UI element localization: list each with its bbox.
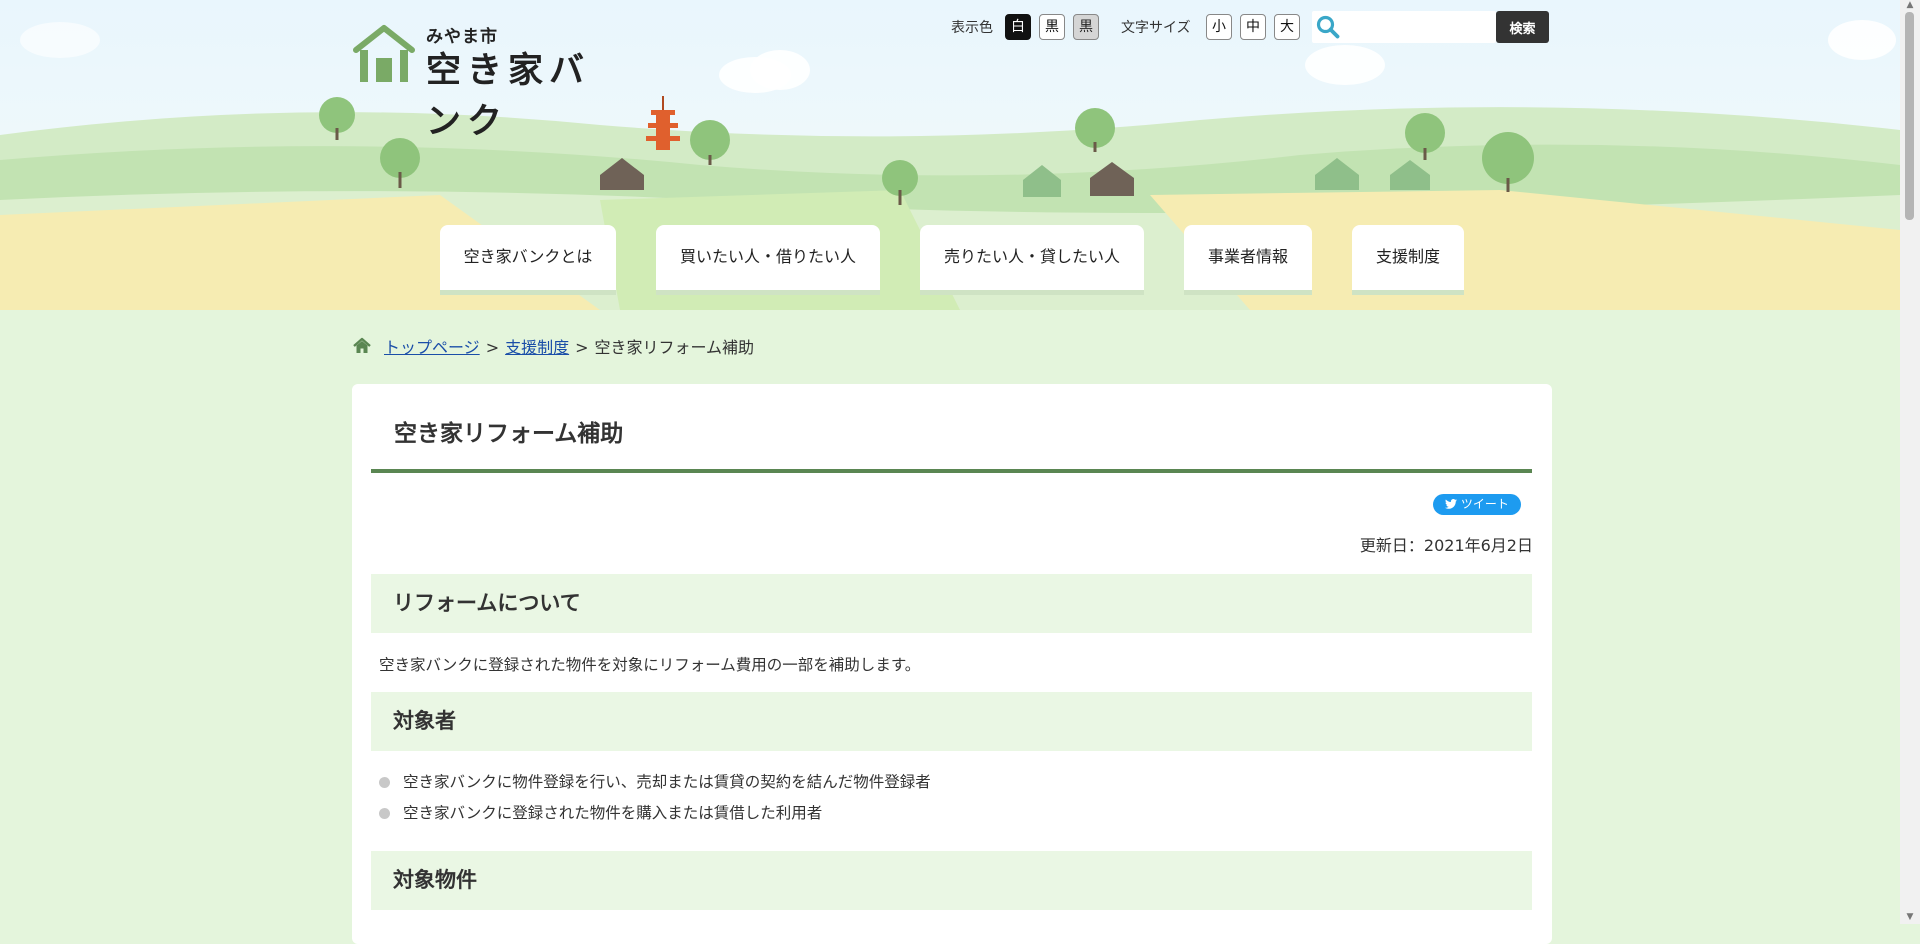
section-heading-eligible: 対象者 <box>371 692 1532 751</box>
section-text-reform: 空き家バンクに登録された物件を対象にリフォーム費用の一部を補助します。 <box>379 656 921 674</box>
house-logo-icon <box>353 25 415 82</box>
nav-tab-sell-lend[interactable]: 売りたい人・貸したい人 <box>920 225 1144 295</box>
site-logo[interactable]: みやま市 空き家バンク <box>352 22 632 142</box>
nav-tab-support[interactable]: 支援制度 <box>1352 225 1464 295</box>
twitter-bird-icon <box>1445 499 1458 509</box>
font-medium-button[interactable]: 中 <box>1240 14 1266 40</box>
scroll-up-icon[interactable]: ▲ <box>1905 0 1915 10</box>
breadcrumb-home-link[interactable]: トップページ <box>384 338 480 357</box>
nav-tab-businesses[interactable]: 事業者情報 <box>1184 225 1312 295</box>
list-item: 空き家バンクに物件登録を行い、売却または賃貸の契約を結んだ物件登録者 <box>379 770 931 792</box>
breadcrumb-parent-link[interactable]: 支援制度 <box>505 338 569 357</box>
scrollbar-thumb[interactable] <box>1905 12 1914 220</box>
nav-tab-about[interactable]: 空き家バンクとは <box>440 225 616 295</box>
section-heading-property: 対象物件 <box>371 851 1532 910</box>
title-divider <box>371 469 1532 473</box>
color-white-button[interactable]: 白 <box>1005 14 1031 40</box>
breadcrumb-current: 空き家リフォーム補助 <box>594 338 755 357</box>
nav-tab-buy-rent[interactable]: 買いたい人・借りたい人 <box>656 225 880 295</box>
breadcrumb-separator: > <box>485 338 500 357</box>
header-banner: みやま市 空き家バンク 表示色 白 黒 黒 文字サイズ 小 中 大 検索 空き家… <box>0 0 1900 310</box>
display-color-label: 表示色 <box>951 20 993 36</box>
scroll-down-icon[interactable]: ▼ <box>1905 912 1915 922</box>
section-heading-reform: リフォームについて <box>371 574 1532 633</box>
search-button[interactable]: 検索 <box>1496 11 1549 43</box>
list-item-text: 空き家バンクに登録された物件を購入または賃借した利用者 <box>403 804 823 822</box>
page-title: 空き家リフォーム補助 <box>394 421 624 447</box>
content-card: 空き家リフォーム補助 ツイート 更新日：2021年6月2日 リフォームについて … <box>352 384 1552 944</box>
list-item-text: 空き家バンクに物件登録を行い、売却または賃貸の契約を結んだ物件登録者 <box>403 773 931 791</box>
logo-title: 空き家バンク <box>426 51 591 142</box>
bullet-icon <box>379 808 390 819</box>
search-icon <box>1316 15 1340 39</box>
bullet-icon <box>379 777 390 788</box>
list-item: 空き家バンクに登録された物件を購入または賃借した利用者 <box>379 801 822 823</box>
tweet-button[interactable]: ツイート <box>1433 494 1521 515</box>
breadcrumb-separator: > <box>575 338 589 357</box>
font-small-button[interactable]: 小 <box>1206 14 1232 40</box>
home-icon <box>353 337 371 353</box>
font-size-label: 文字サイズ <box>1121 20 1191 36</box>
font-large-button[interactable]: 大 <box>1274 14 1300 40</box>
color-gray-button[interactable]: 黒 <box>1073 14 1099 40</box>
color-black-button[interactable]: 黒 <box>1039 14 1065 40</box>
updated-date: 更新日：2021年6月2日 <box>1359 536 1533 555</box>
tweet-label: ツイート <box>1460 497 1509 511</box>
